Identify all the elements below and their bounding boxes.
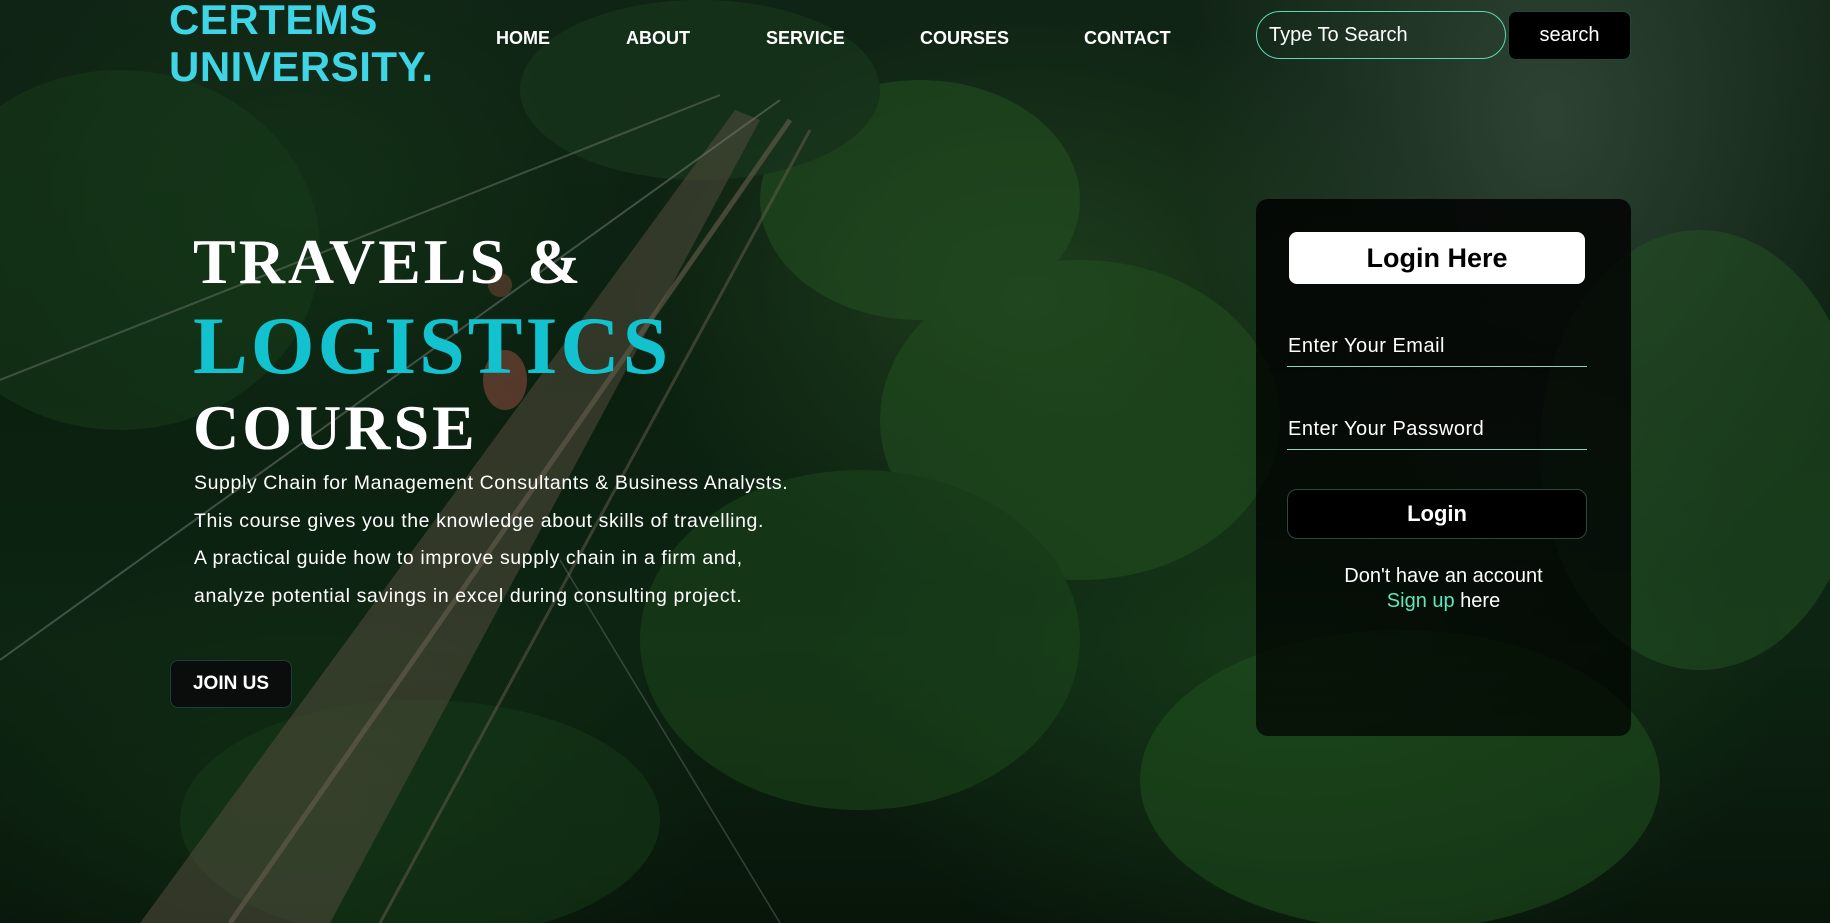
signup-prompt: Don't have an account Sign up here <box>1256 564 1631 614</box>
signup-suffix: here <box>1454 590 1501 612</box>
login-button[interactable]: Login <box>1287 489 1587 539</box>
nav-home[interactable]: HOME <box>496 28 550 49</box>
signup-link[interactable]: Sign up <box>1387 590 1455 612</box>
nav-contact[interactable]: CONTACT <box>1084 28 1171 49</box>
brand-logo[interactable]: CERTEMS UNIVERSITY. <box>169 0 434 90</box>
nav-service[interactable]: SERVICE <box>766 28 845 49</box>
brand-line-1: CERTEMS <box>169 0 378 43</box>
description-line: Supply Chain for Management Consultants … <box>194 472 789 494</box>
nav-courses[interactable]: COURSES <box>920 28 1009 49</box>
description-line: analyze potential savings in excel durin… <box>194 584 743 607</box>
join-us-button[interactable]: JOIN US <box>170 660 292 708</box>
password-field[interactable] <box>1287 410 1587 450</box>
login-title: Login Here <box>1289 232 1585 284</box>
hero-title-line-3: COURSE <box>193 392 478 463</box>
search-button[interactable]: search <box>1508 11 1631 60</box>
no-account-text: Don't have an account <box>1344 565 1543 587</box>
description-line: This course gives you the knowledge abou… <box>194 509 764 532</box>
login-panel: Login Here Login Don't have an account S… <box>1256 199 1631 736</box>
email-field[interactable] <box>1287 327 1587 367</box>
nav-about[interactable]: ABOUT <box>626 28 690 49</box>
hero-description: Supply Chain for Management Consultants … <box>194 465 788 615</box>
brand-line-2: UNIVERSITY. <box>169 43 434 90</box>
search-input[interactable] <box>1256 11 1506 59</box>
description-line: A practical guide how to improve supply … <box>194 547 743 569</box>
signup-line: Sign up here <box>1256 589 1631 614</box>
hero-title-line-1: TRAVELS & <box>193 226 584 297</box>
hero-title-line-2: LOGISTICS <box>193 300 672 391</box>
